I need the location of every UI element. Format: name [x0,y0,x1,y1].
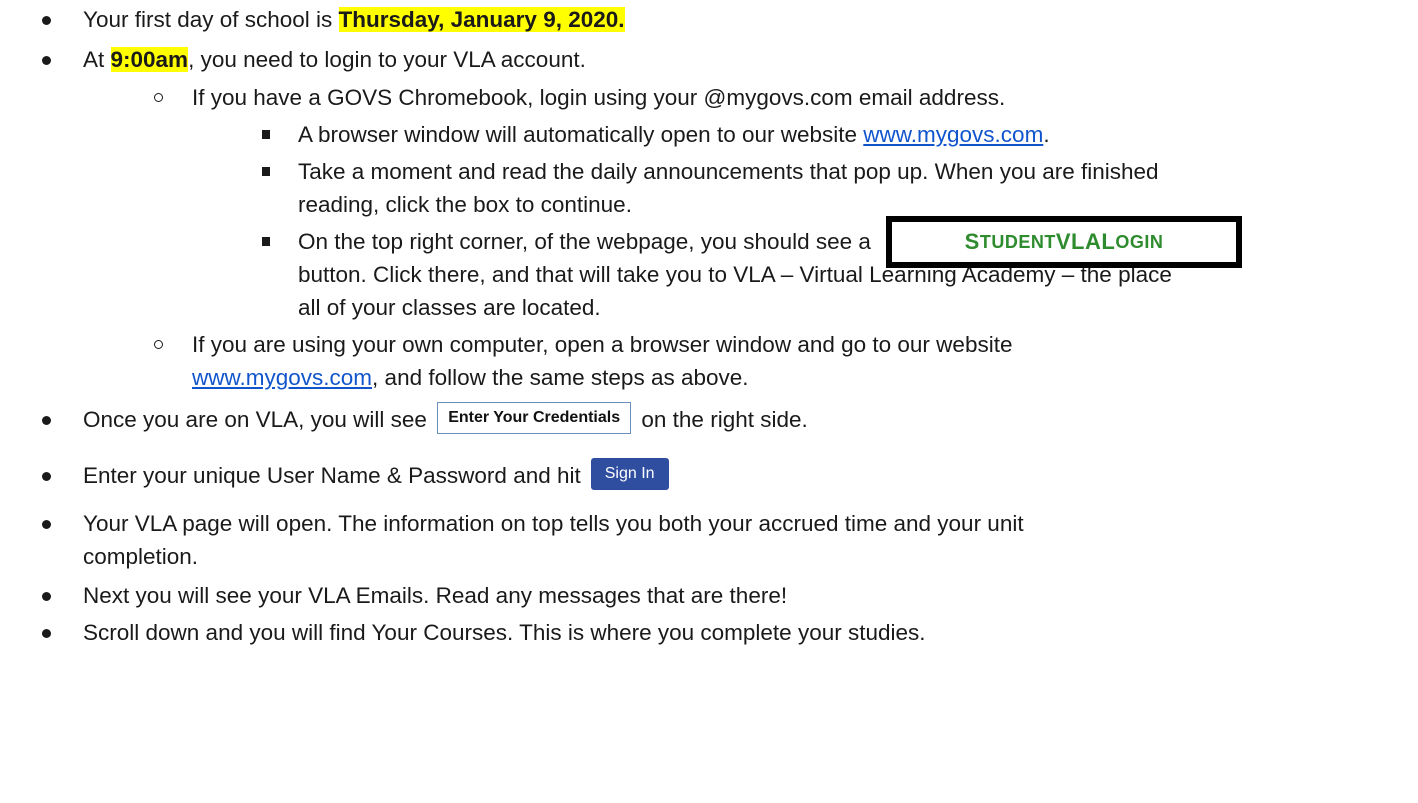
bullet-square-icon [262,130,270,139]
first-day-text: Your first day of school is [83,7,339,32]
bullet-disc-icon [42,629,51,638]
login-time: 9:00am [110,47,189,72]
bullet-square-icon [262,237,270,246]
bullet-disc-icon [42,16,51,25]
sign-in-button[interactable]: Sign In [590,458,669,491]
bullet-circle-icon [154,93,163,102]
bullet-disc-icon [42,56,51,65]
website-link-2[interactable]: www.mygovs.com [192,365,372,390]
bullet-disc-icon [42,592,51,601]
bullet-disc-icon [42,472,51,481]
bullet-square-icon [262,167,270,176]
bullet-disc-icon [42,520,51,529]
enter-credentials-button[interactable]: Enter Your Credentials [437,402,632,435]
student-vla-login-button[interactable]: S TUDENT VLA L OGIN [886,216,1242,268]
first-day-date: Thursday, January 9, 2020. [338,7,625,32]
website-link[interactable]: www.mygovs.com [863,122,1043,147]
bullet-circle-icon [154,340,163,349]
bullet-disc-icon [42,416,51,425]
